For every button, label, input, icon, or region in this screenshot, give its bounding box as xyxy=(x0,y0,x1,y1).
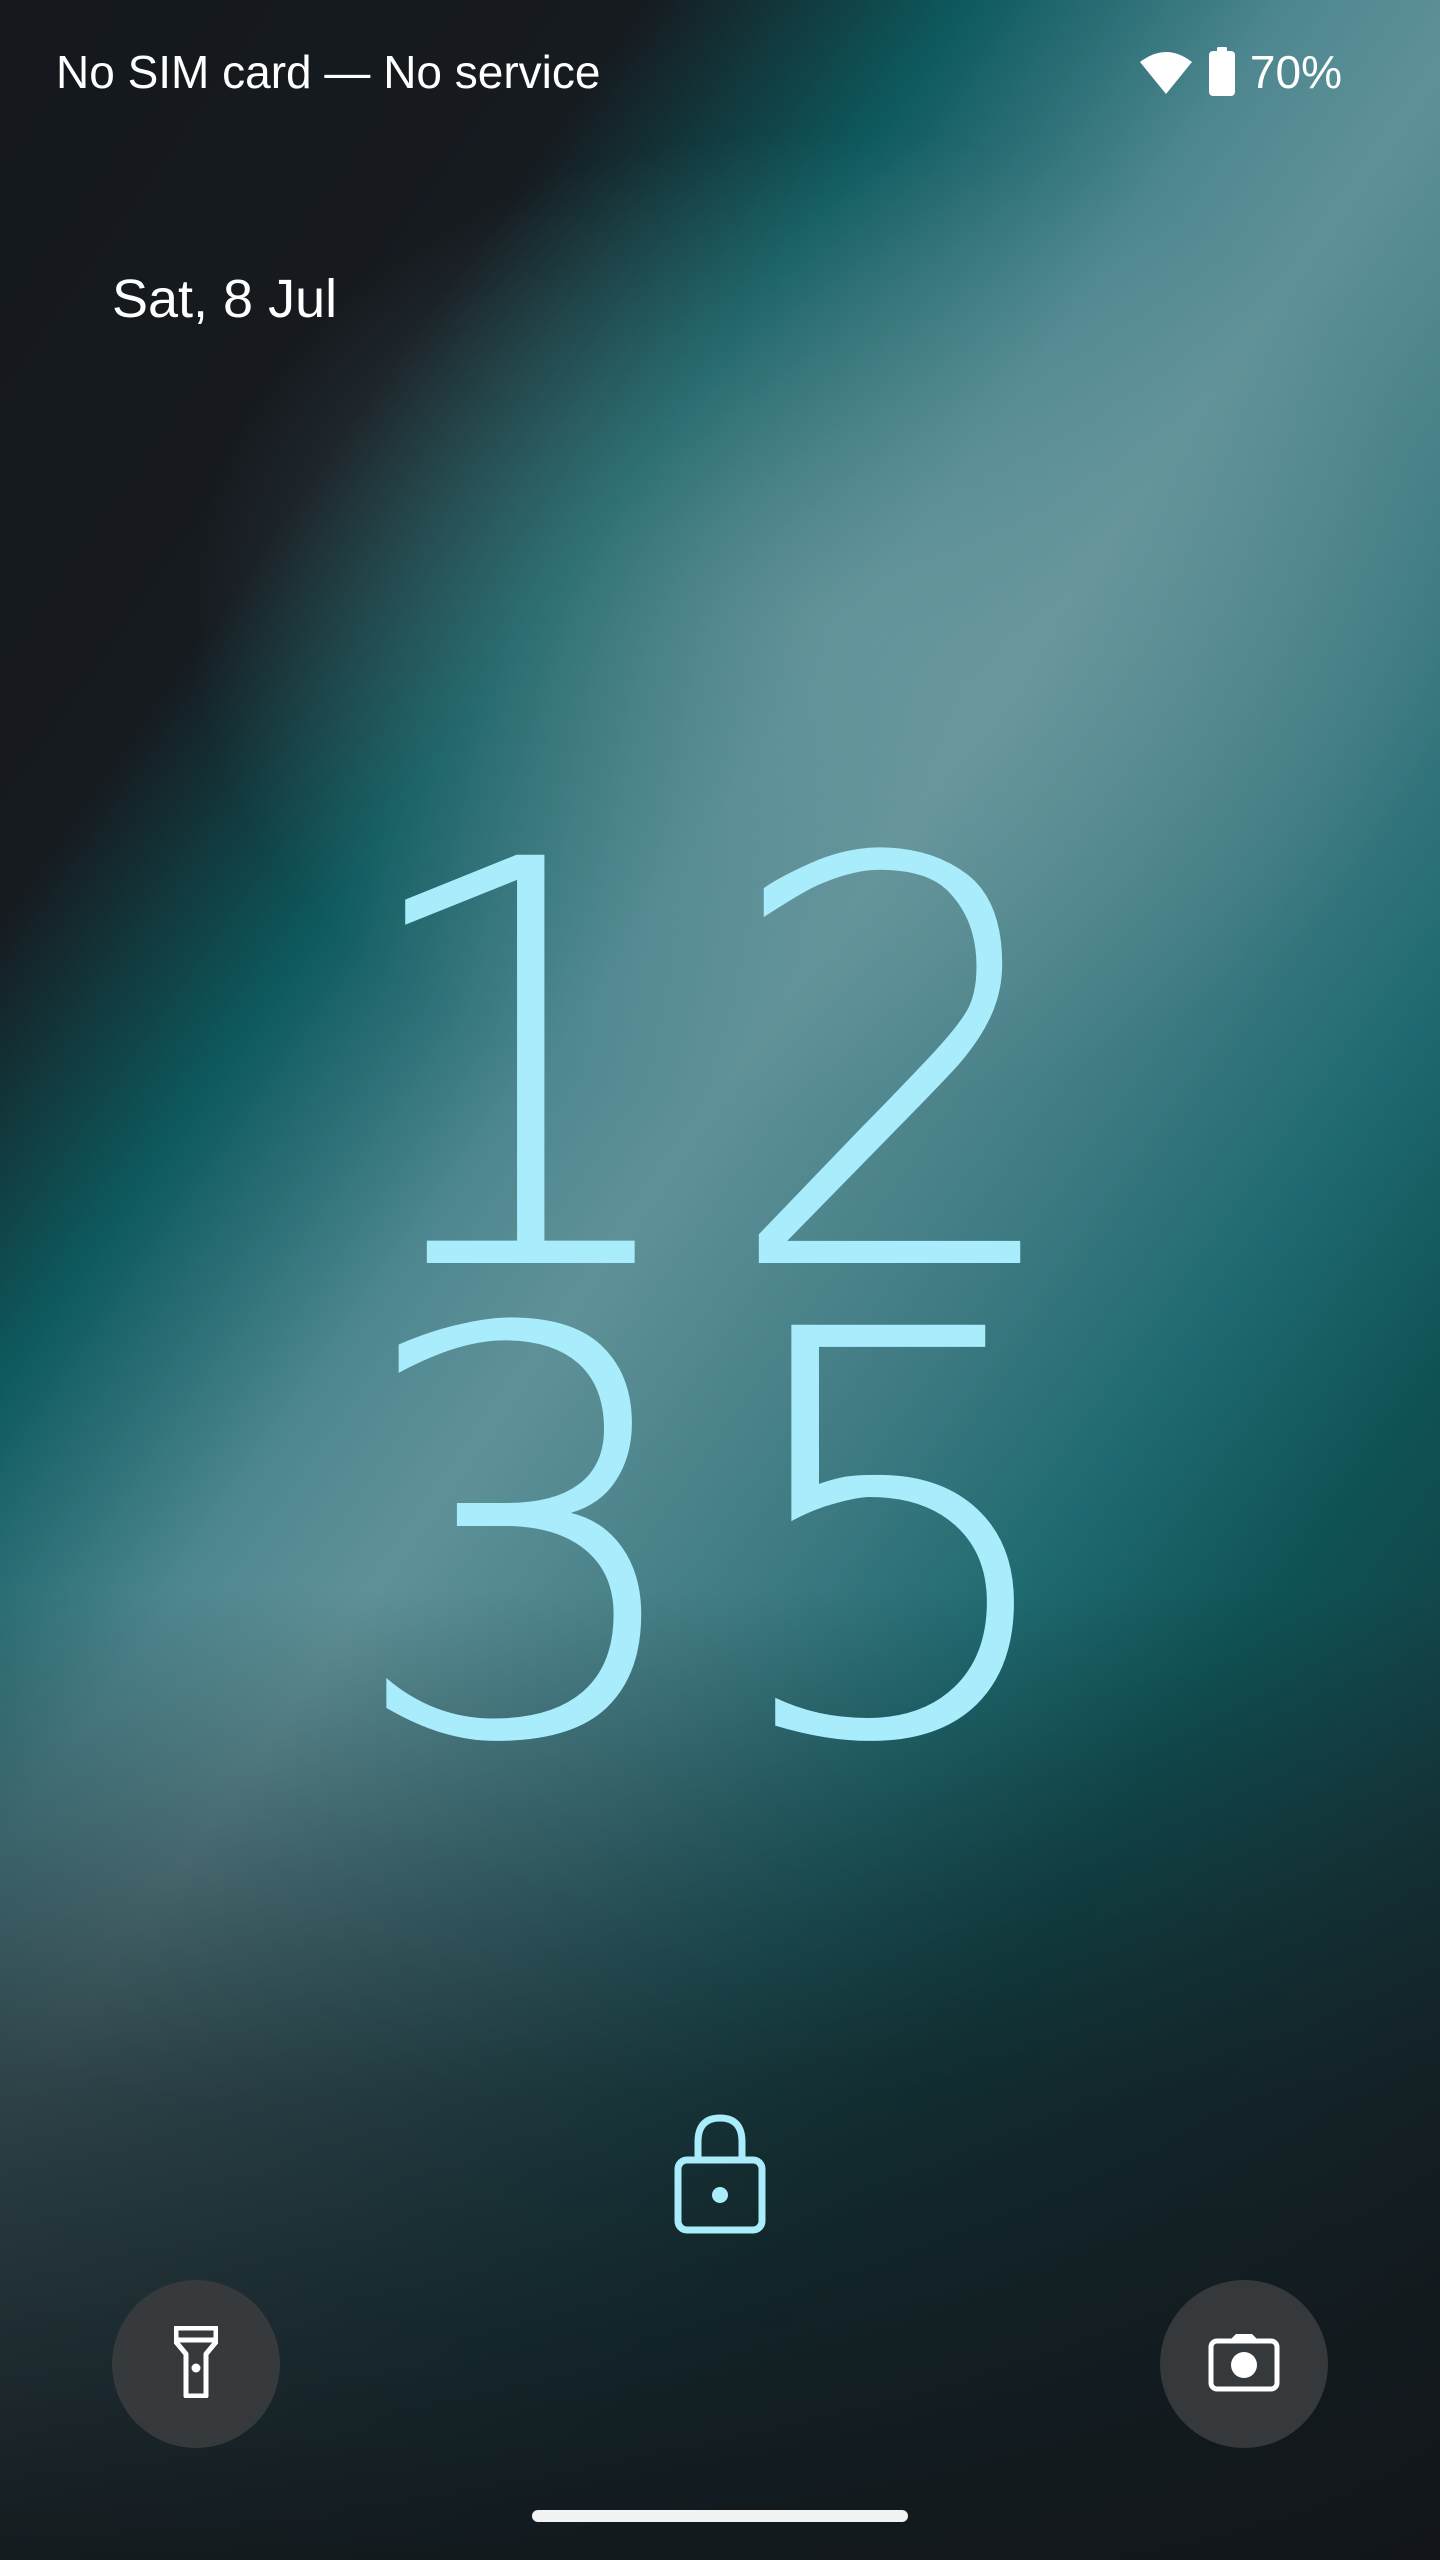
clock-minutes: 35 xyxy=(343,1214,1097,1866)
lock-screen: No SIM card — No service 70% Sat, 8 Jul … xyxy=(0,0,1440,2560)
battery-percentage: 70% xyxy=(1249,46,1342,98)
carrier-status: No SIM card — No service xyxy=(56,46,601,98)
flashlight-button[interactable] xyxy=(112,2280,280,2448)
home-gesture-handle[interactable] xyxy=(532,2510,908,2522)
camera-icon xyxy=(1208,2332,1280,2397)
camera-button[interactable] xyxy=(1160,2280,1328,2448)
lock-icon[interactable] xyxy=(672,2112,768,2236)
lockscreen-date: Sat, 8 Jul xyxy=(112,269,338,329)
flashlight-icon xyxy=(173,2325,219,2403)
status-icons: 70% xyxy=(1138,40,1342,104)
battery-icon xyxy=(1208,47,1236,97)
wifi-icon xyxy=(1138,48,1194,96)
